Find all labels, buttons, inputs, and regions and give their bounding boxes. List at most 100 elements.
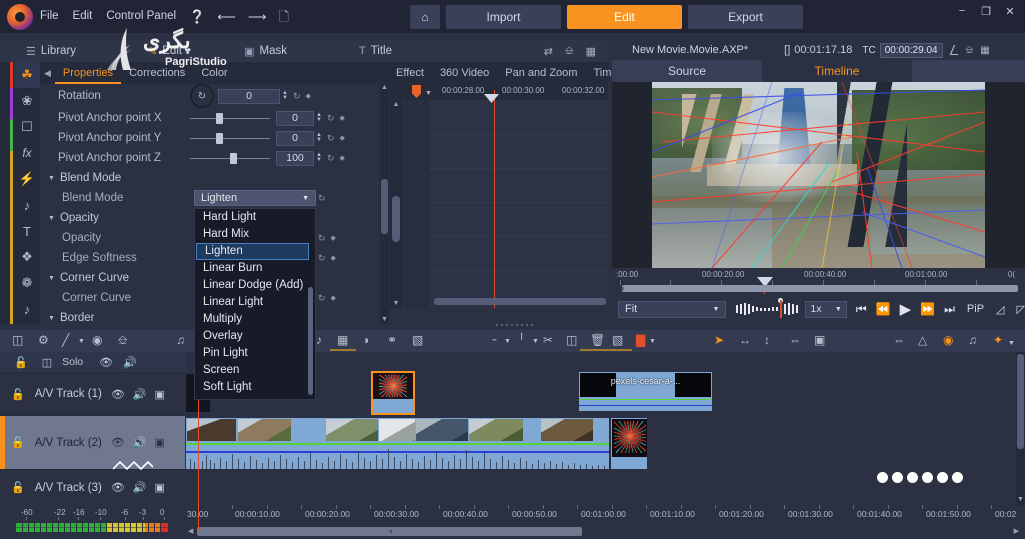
split-icon[interactable]: ✂: [543, 333, 553, 347]
ptab-pan-and-zoom[interactable]: Pan and Zoom: [497, 67, 585, 79]
track2-lock-icon[interactable]: 🔓: [11, 436, 25, 449]
tab-library[interactable]: ☰ Library: [16, 40, 86, 62]
track-row-1[interactable]: 🔓 A/V Track (1) 👁 🔊 ▣: [0, 372, 185, 415]
preview-stage[interactable]: [612, 82, 1025, 268]
pivot-z-keyframe-icon[interactable]: ◆: [340, 154, 345, 162]
timecode-field[interactable]: 00:00:29.04: [879, 42, 943, 58]
timeline-ruler[interactable]: 30.00 00:00:10.00 00:00:20.00 00:00:30.0…: [185, 505, 1025, 525]
move-icon[interactable]: ↕: [764, 333, 770, 347]
track2-speaker-icon[interactable]: 🔊: [133, 436, 147, 449]
ptab-properties[interactable]: Properties: [54, 62, 122, 84]
track3-lock-icon[interactable]: 🔓: [11, 481, 25, 494]
go-to-end-button[interactable]: ⏭: [944, 302, 955, 317]
track-row-3[interactable]: 🔓 A/V Track (3) 👁 🔊 ▣: [0, 461, 185, 505]
kf-scroll-up-icon[interactable]: ▲: [390, 101, 402, 108]
marker-red-icon[interactable]: ▇: [636, 333, 645, 347]
sidebar-item-folder[interactable]: ☐: [14, 114, 40, 140]
ptab-360-video[interactable]: 360 Video: [432, 67, 497, 79]
scroll-up-icon[interactable]: ▲: [380, 84, 389, 91]
redo-icon[interactable]: ⟶: [242, 0, 273, 33]
eye-all-icon[interactable]: 👁: [99, 356, 113, 369]
rotation-stepper[interactable]: ▲ ▼: [282, 90, 288, 101]
option-hard-light[interactable]: Hard Light: [195, 209, 315, 226]
sidebar-item-transitions[interactable]: ⚡: [14, 166, 40, 192]
link-icon[interactable]: ⚭: [387, 333, 397, 347]
menu-edit[interactable]: Edit: [66, 0, 100, 33]
magic-icon[interactable]: ✦: [993, 333, 1003, 347]
keyframe-tool-icon[interactable]: △: [918, 333, 927, 347]
keyframe-body[interactable]: [390, 90, 608, 308]
trim-icon[interactable]: ⇔: [789, 333, 801, 347]
track1-thumbnail-icon[interactable]: ▣: [154, 388, 164, 401]
delete-icon[interactable]: 🗑: [590, 333, 605, 347]
clip-track2-fireworks[interactable]: [610, 417, 648, 470]
dropdown-scrollbar[interactable]: [308, 287, 313, 395]
popout-icon[interactable]: ⎒: [565, 45, 574, 58]
corner-curve-reset-icon[interactable]: ↻: [318, 293, 326, 304]
pip-button[interactable]: PiP: [967, 303, 984, 315]
kf-scroll-thumb[interactable]: [392, 196, 400, 242]
sidebar-item-effects-fx[interactable]: fx: [14, 140, 40, 166]
pivot-x-keyframe-icon[interactable]: ◆: [340, 114, 345, 122]
speed-select[interactable]: 1x ▼: [805, 300, 847, 318]
keyframe-dropdown-icon[interactable]: ▼: [425, 90, 432, 97]
pivot-z-stepper[interactable]: ▲ ▼: [316, 152, 322, 163]
timeline-scroll-thumb[interactable]: [1017, 354, 1024, 449]
sidebar-item-film-reel[interactable]: ❀: [14, 88, 40, 114]
pivot-x-slider[interactable]: [190, 112, 270, 124]
settings-icon[interactable]: ⚙: [38, 333, 49, 347]
track3-thumbnail-icon[interactable]: ▣: [154, 481, 164, 494]
edge-softness-keyframe-icon[interactable]: ◆: [331, 254, 336, 262]
snapshot-icon[interactable]: ⎒: [118, 333, 127, 348]
duplicate-icon[interactable]: ⎒: [965, 45, 973, 56]
track3-eye-icon[interactable]: 👁: [111, 481, 125, 494]
rotation-keyframe-icon[interactable]: ◆: [306, 92, 311, 100]
track1-speaker-icon[interactable]: 🔊: [133, 388, 147, 401]
mark-out-dropdown-icon[interactable]: ▼: [532, 338, 539, 345]
solo-label[interactable]: Solo: [62, 356, 83, 368]
document-icon[interactable]: 🗋: [273, 0, 295, 33]
option-linear-dodge-add[interactable]: Linear Dodge (Add): [195, 277, 315, 294]
option-pin-light[interactable]: Pin Light: [195, 345, 315, 362]
dual-preview-icon[interactable]: ▦: [980, 45, 989, 56]
tabs-prev-icon[interactable]: ◀: [40, 68, 55, 79]
ptab-color[interactable]: Color: [193, 67, 235, 79]
scroll-thumb[interactable]: [381, 179, 388, 234]
track2-eye-icon[interactable]: 👁: [111, 436, 125, 449]
help-icon[interactable]: ❔: [183, 0, 211, 33]
mark-in-dropdown-icon[interactable]: ▼: [504, 338, 511, 345]
tab-edit[interactable]: ✎ Edit: [138, 40, 192, 62]
lock-all-icon[interactable]: 🔓: [14, 356, 28, 369]
timeline-scroll-down-icon[interactable]: ▼: [1016, 496, 1025, 503]
step-forward-button[interactable]: ⏩: [920, 302, 935, 316]
rotation-value[interactable]: 0: [218, 88, 280, 104]
menu-file[interactable]: File: [33, 0, 66, 33]
select-tool-icon[interactable]: ➤: [714, 333, 724, 347]
voiceover-icon[interactable]: ♫: [968, 333, 977, 347]
mark-out-icon[interactable]: ╵: [518, 333, 525, 347]
track-manager-icon[interactable]: ◫: [12, 333, 23, 347]
clip-track1-pexels[interactable]: pexels-cesar-a-...: [578, 371, 713, 412]
marker-red-dropdown-icon[interactable]: ▼: [649, 338, 656, 345]
properties-scrollbar[interactable]: ▲ ▼: [380, 84, 389, 324]
clip-track2-main[interactable]: [185, 417, 610, 470]
blend-mode-options-list[interactable]: Hard Light Hard Mix Lighten Linear Burn …: [194, 208, 316, 400]
track-row-2[interactable]: 🔓 A/V Track (2) 👁 🔊 ▣: [0, 415, 185, 469]
ptab-corrections[interactable]: Corrections: [121, 67, 193, 79]
stretch-icon[interactable]: ↔: [739, 333, 751, 347]
pivot-y-slider[interactable]: [190, 132, 270, 144]
color-board-icon[interactable]: ◉: [943, 333, 953, 347]
go-to-start-button[interactable]: ⏮: [856, 302, 867, 317]
timeline-hscrollbar[interactable]: ◀ ▶: [185, 524, 1025, 539]
snapshot2-icon[interactable]: ▧: [612, 333, 623, 347]
hscroll-right-icon[interactable]: ▶: [1014, 527, 1019, 535]
kf-scroll-down-icon[interactable]: ▼: [390, 300, 402, 307]
corner-curve-keyframe-icon[interactable]: ◆: [331, 294, 336, 302]
tab-mask[interactable]: ▣ Mask: [234, 40, 297, 62]
option-linear-light[interactable]: Linear Light: [195, 294, 315, 311]
undock-icon[interactable]: ⎳: [950, 45, 959, 56]
clip-track1-fireworks[interactable]: [371, 371, 415, 415]
sidebar-item-overlays[interactable]: ❁: [14, 270, 40, 296]
import-button[interactable]: Import: [446, 4, 561, 29]
timeline-vscrollbar[interactable]: ▼: [1016, 352, 1025, 505]
